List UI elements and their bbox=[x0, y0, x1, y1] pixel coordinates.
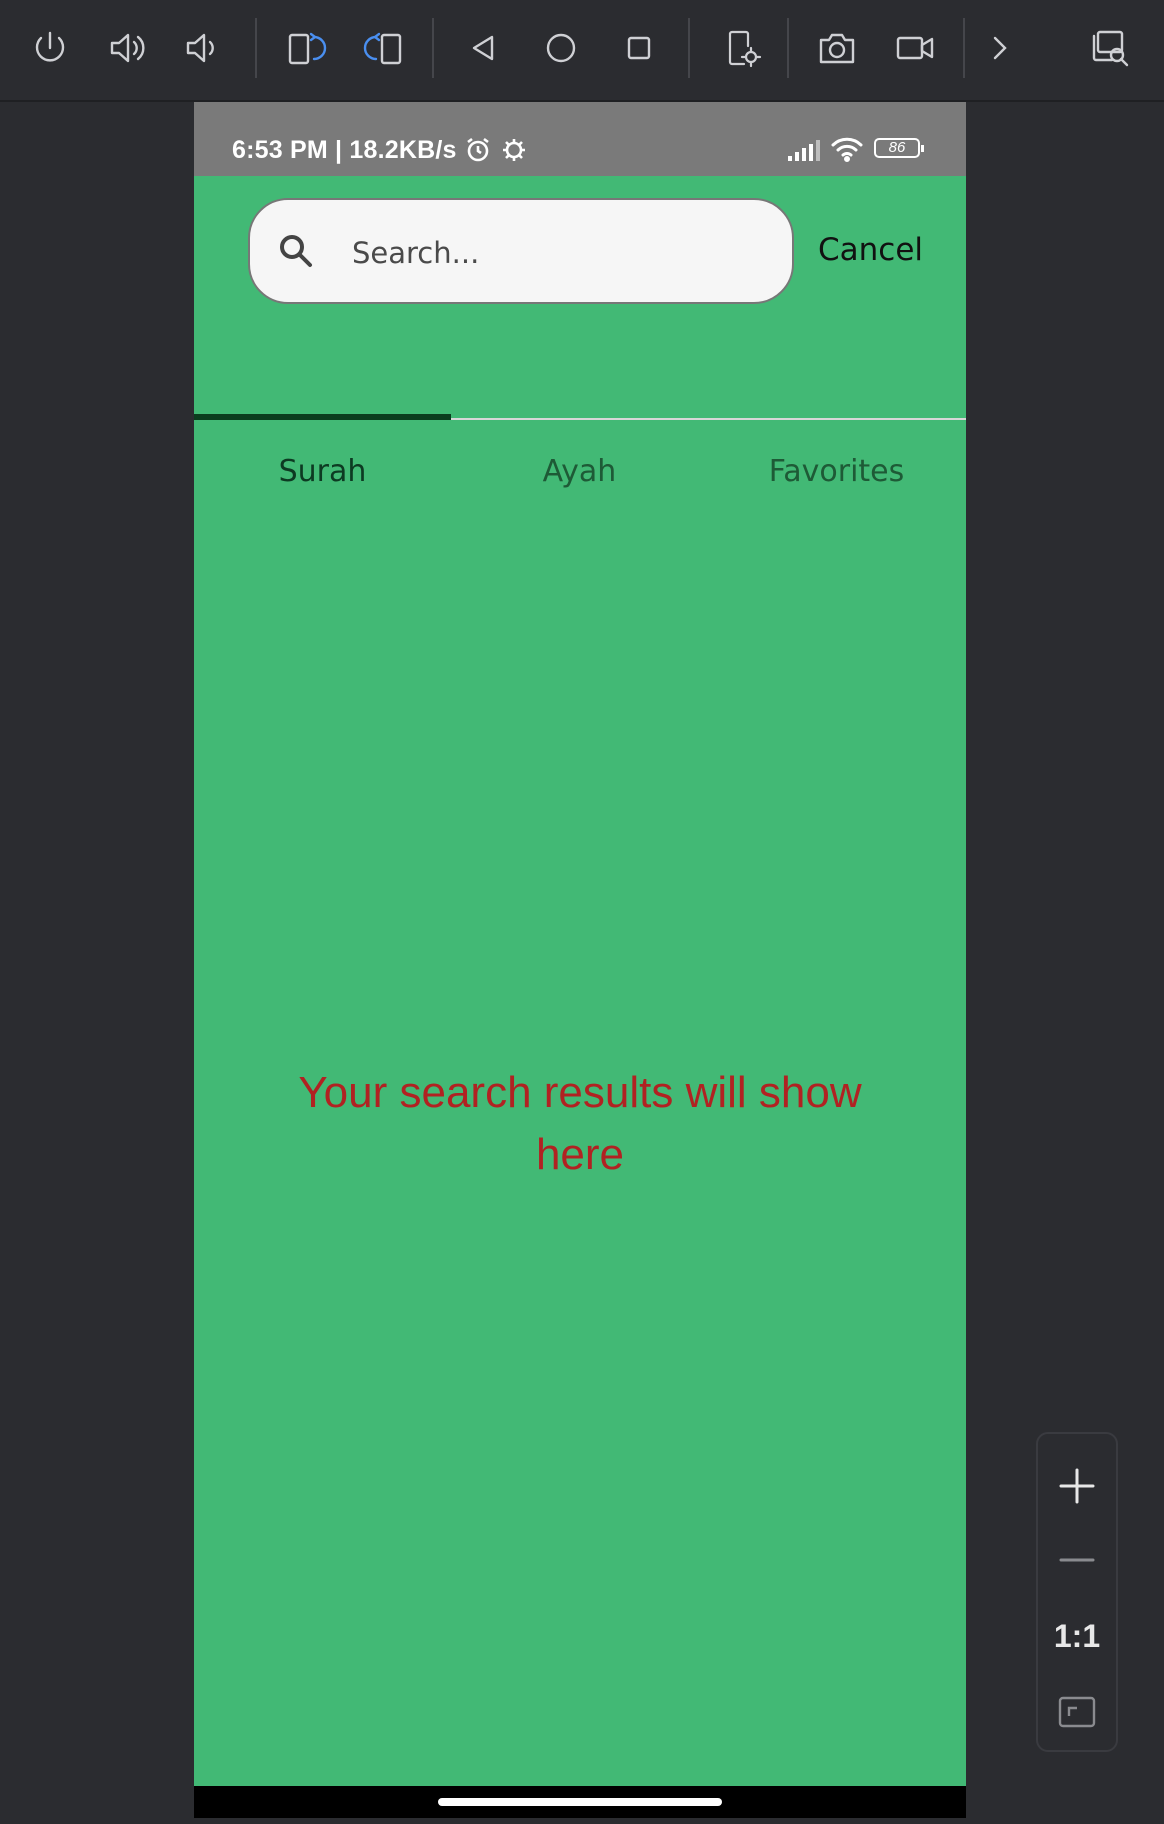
search-icon bbox=[280, 235, 312, 267]
chevron-right-icon[interactable] bbox=[974, 22, 1026, 74]
toolbar-separator bbox=[432, 18, 434, 78]
tab-favorites[interactable]: Favorites bbox=[708, 454, 965, 489]
tab-indicator bbox=[194, 414, 451, 420]
status-time: 6:53 PM | 18.2KB/s bbox=[232, 136, 457, 164]
home-gesture-pill[interactable] bbox=[438, 1798, 722, 1806]
back-icon[interactable] bbox=[458, 22, 510, 74]
volume-down-icon[interactable] bbox=[176, 22, 228, 74]
camera-icon[interactable] bbox=[811, 22, 863, 74]
tab-ayah[interactable]: Ayah bbox=[451, 454, 708, 489]
gear-icon bbox=[503, 139, 525, 161]
signal-icon bbox=[788, 140, 820, 161]
zoom-reset-label: 1:1 bbox=[1053, 1617, 1101, 1654]
video-record-icon[interactable] bbox=[889, 22, 941, 74]
zoom-out-icon[interactable] bbox=[1038, 1528, 1116, 1592]
cancel-button[interactable]: Cancel bbox=[818, 232, 923, 268]
gesture-nav-bar bbox=[194, 1786, 966, 1818]
window-search-icon[interactable] bbox=[1084, 22, 1136, 74]
zoom-in-icon[interactable] bbox=[1038, 1454, 1116, 1518]
power-icon[interactable] bbox=[24, 22, 76, 74]
toolbar-separator bbox=[787, 18, 789, 78]
rotate-left-icon[interactable] bbox=[280, 22, 332, 74]
home-icon[interactable] bbox=[535, 22, 587, 74]
alarm-icon bbox=[467, 137, 489, 162]
phone-screen: 6:53 PM | 18.2KB/s 86 Cancel Surah Ayah … bbox=[194, 102, 966, 1818]
device-settings-icon[interactable] bbox=[716, 22, 768, 74]
toolbar-separator bbox=[963, 18, 965, 78]
tab-surah[interactable]: Surah bbox=[194, 454, 451, 489]
battery-level: 86 bbox=[888, 139, 906, 156]
emulator-toolbar bbox=[0, 0, 1164, 102]
search-box[interactable] bbox=[248, 198, 794, 304]
fit-screen-icon[interactable] bbox=[1038, 1680, 1116, 1744]
tab-bar: Surah Ayah Favorites bbox=[194, 418, 966, 522]
toolbar-separator bbox=[688, 18, 690, 78]
overview-icon[interactable] bbox=[613, 22, 665, 74]
search-input[interactable] bbox=[350, 222, 774, 284]
zoom-reset-button[interactable]: 1:1 bbox=[1038, 1604, 1116, 1668]
zoom-panel: 1:1 bbox=[1036, 1432, 1118, 1752]
volume-up-icon[interactable] bbox=[102, 22, 154, 74]
battery-icon: 86 bbox=[874, 138, 924, 158]
empty-results-message: Your search results will show here bbox=[298, 1068, 862, 1179]
rotate-right-icon[interactable] bbox=[358, 22, 410, 74]
wifi-icon bbox=[831, 137, 863, 162]
toolbar-separator bbox=[255, 18, 257, 78]
status-bar: 6:53 PM | 18.2KB/s 86 bbox=[194, 102, 966, 176]
